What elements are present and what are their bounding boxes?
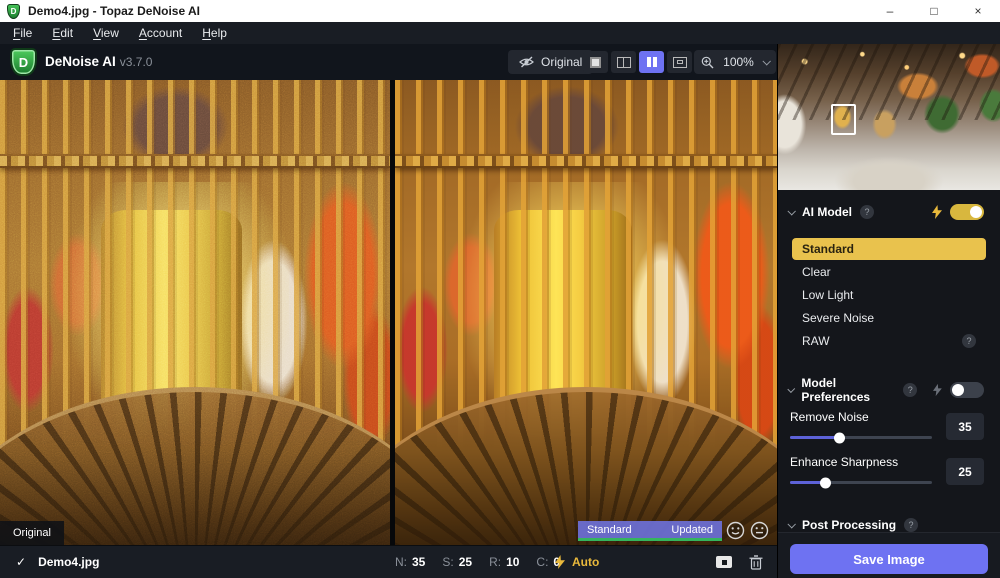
feedback-buttons xyxy=(726,521,769,540)
model-preferences-title: Model Preferences xyxy=(801,376,895,404)
processed-image-pane[interactable]: Standard Updated xyxy=(395,80,777,545)
noise-readout: N:35 xyxy=(395,555,425,569)
view-split-button[interactable] xyxy=(611,51,636,73)
post-processing-header[interactable]: Post Processing ? xyxy=(778,518,1000,532)
status-filename: Demo4.jpg xyxy=(38,555,99,569)
recover-readout: R:10 xyxy=(489,555,519,569)
app-logo-icon: D xyxy=(7,4,20,19)
zoom-control[interactable]: 100% xyxy=(694,50,776,74)
model-option-low-light[interactable]: Low Light xyxy=(792,284,986,306)
topaz-denoise-window: D Demo4.jpg - Topaz DeNoise AI – □ × Fil… xyxy=(0,0,1000,578)
chevron-down-icon xyxy=(787,520,795,528)
image-card-icon[interactable] xyxy=(716,556,732,568)
zoom-level: 100% xyxy=(723,55,754,69)
sidebar-footer: Save Image xyxy=(778,532,1000,578)
post-processing-help-icon[interactable]: ? xyxy=(904,518,918,532)
raw-help-icon[interactable]: ? xyxy=(962,334,976,348)
raw-label: RAW xyxy=(802,334,830,348)
original-button-label: Original xyxy=(541,55,582,69)
trash-icon[interactable] xyxy=(749,555,763,570)
happy-face-button[interactable] xyxy=(726,521,745,540)
auto-settings-button[interactable]: Auto xyxy=(555,546,599,578)
parameter-readouts: N:35 S:25 R:10 C:0 xyxy=(395,546,560,578)
slider-knob[interactable] xyxy=(834,432,845,443)
view-mode-group xyxy=(583,51,692,73)
menu-bar: File Edit View Account Help xyxy=(0,22,1000,44)
save-image-button[interactable]: Save Image xyxy=(790,544,988,574)
image-viewer: Original Standard Updated xyxy=(0,80,777,545)
view-comparison-button[interactable] xyxy=(667,51,692,73)
model-option-standard[interactable]: Standard xyxy=(792,238,986,260)
model-preferences-help-icon[interactable]: ? xyxy=(903,383,917,397)
model-preferences-header[interactable]: Model Preferences ? xyxy=(778,382,1000,398)
ai-model-auto-toggle[interactable] xyxy=(950,204,984,220)
processing-status-badge: Standard Updated xyxy=(578,521,722,541)
zoom-in-icon xyxy=(701,56,714,69)
processed-check-icon: ✓ xyxy=(16,555,26,569)
eye-off-icon xyxy=(519,56,534,68)
sharpness-readout: S:25 xyxy=(442,555,472,569)
ai-model-list: Standard Clear Low Light Severe Noise RA… xyxy=(792,238,986,352)
ai-model-help-icon[interactable]: ? xyxy=(860,205,874,219)
chevron-down-icon xyxy=(787,385,795,393)
status-bar: ✓ Demo4.jpg N:35 S:25 R:10 C:0 Auto xyxy=(0,545,777,578)
view-single-button[interactable] xyxy=(583,51,608,73)
title-bar: D Demo4.jpg - Topaz DeNoise AI – □ × xyxy=(0,0,1000,22)
minimize-button[interactable]: – xyxy=(868,0,912,22)
show-original-button[interactable]: Original xyxy=(508,50,593,74)
lightning-icon xyxy=(555,555,565,569)
chevron-down-icon xyxy=(762,57,770,65)
menu-file[interactable]: File xyxy=(3,26,42,40)
model-option-clear[interactable]: Clear xyxy=(792,261,986,283)
window-controls: – □ × xyxy=(868,0,1000,22)
original-label-chip: Original xyxy=(0,521,64,545)
chevron-down-icon xyxy=(787,207,795,215)
original-image-pane[interactable]: Original xyxy=(0,80,390,545)
menu-help[interactable]: Help xyxy=(192,26,237,40)
enhance-sharpness-value[interactable]: 25 xyxy=(946,458,984,485)
remove-noise-control: Remove Noise 35 xyxy=(790,410,984,443)
menu-edit[interactable]: Edit xyxy=(42,26,83,40)
ai-model-header[interactable]: AI Model ? xyxy=(778,204,1000,220)
app-header: D DeNoise AI v3.7.0 Original xyxy=(0,44,777,80)
split-view-icon xyxy=(617,57,631,68)
remove-noise-value[interactable]: 35 xyxy=(946,413,984,440)
lightning-icon xyxy=(932,205,942,219)
app-version: v3.7.0 xyxy=(120,55,153,69)
menu-view[interactable]: View xyxy=(83,26,129,40)
remove-noise-label: Remove Noise xyxy=(790,410,932,424)
neutral-face-button[interactable] xyxy=(750,521,769,540)
right-panel: AI Model ? Standard Clear Low Light Seve… xyxy=(777,44,1000,578)
enhance-sharpness-label: Enhance Sharpness xyxy=(790,455,932,469)
window-title: Demo4.jpg - Topaz DeNoise AI xyxy=(28,4,200,18)
auto-label: Auto xyxy=(572,555,599,569)
original-photo xyxy=(0,80,390,545)
single-view-icon xyxy=(590,57,601,68)
model-preferences-auto-toggle[interactable] xyxy=(950,382,984,398)
comparison-view-icon xyxy=(673,57,687,68)
navigator-selection-box[interactable] xyxy=(831,104,856,135)
navigator-thumbnail[interactable] xyxy=(778,44,1000,190)
view-side-by-side-button[interactable] xyxy=(639,51,664,73)
post-processing-title: Post Processing xyxy=(802,518,896,532)
close-button[interactable]: × xyxy=(956,0,1000,22)
side-by-side-icon xyxy=(647,57,657,67)
model-option-raw[interactable]: RAW ? xyxy=(792,330,986,352)
app-title: DeNoise AI v3.7.0 xyxy=(45,53,152,71)
processed-photo xyxy=(395,80,777,545)
menu-account[interactable]: Account xyxy=(129,26,192,40)
denoise-logo-icon: D xyxy=(10,48,37,76)
maximize-button[interactable]: □ xyxy=(912,0,956,22)
lightning-icon xyxy=(933,383,942,397)
enhance-sharpness-control: Enhance Sharpness 25 xyxy=(790,455,984,488)
enhance-sharpness-slider[interactable] xyxy=(790,481,932,484)
app-name: DeNoise AI xyxy=(45,54,116,69)
ai-model-title: AI Model xyxy=(802,205,852,219)
slider-knob[interactable] xyxy=(820,477,831,488)
badge-status: Updated xyxy=(671,524,713,536)
badge-model-name: Standard xyxy=(587,524,632,536)
model-option-severe-noise[interactable]: Severe Noise xyxy=(792,307,986,329)
remove-noise-slider[interactable] xyxy=(790,436,932,439)
